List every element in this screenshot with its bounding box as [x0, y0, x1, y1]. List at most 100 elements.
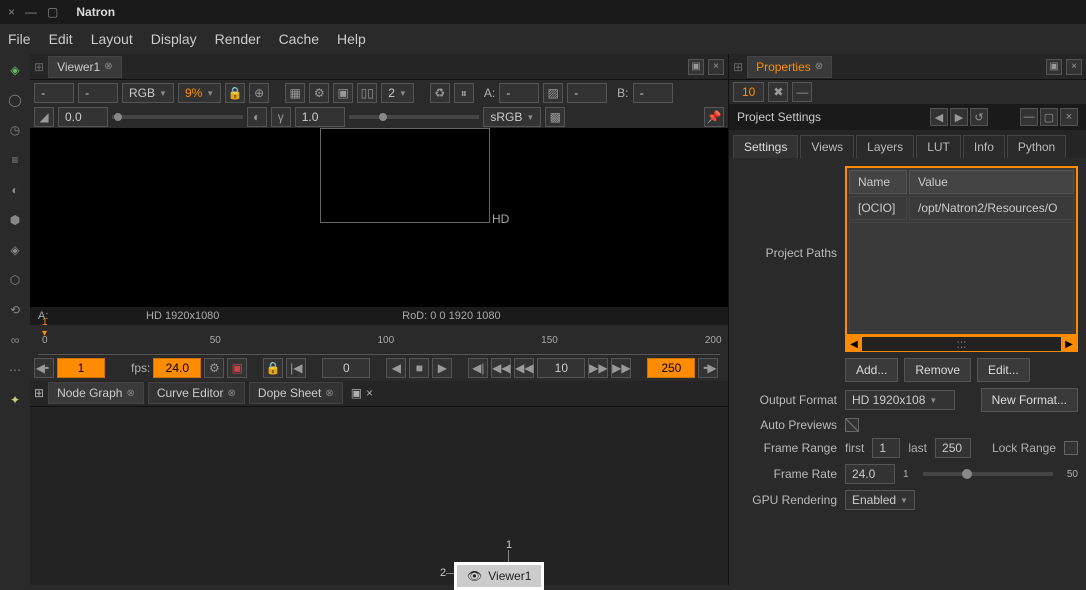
ptab-settings[interactable]: Settings	[733, 135, 798, 158]
close-pane-icon[interactable]: ×	[1066, 59, 1082, 75]
prev-keyframe-icon[interactable]: ◀|	[468, 358, 488, 378]
layer-select[interactable]: -	[34, 83, 74, 103]
float-pane-icon[interactable]: ▣	[351, 386, 362, 400]
refresh-icon[interactable]: ♻	[430, 83, 450, 103]
play-forward-icon[interactable]: ▶	[432, 358, 452, 378]
edit-button[interactable]: Edit...	[977, 358, 1030, 382]
close-icon[interactable]: ⊗	[126, 388, 134, 399]
proxy-level-select[interactable]: 2▼	[381, 83, 414, 103]
table-scrollbar[interactable]: ◀ ::: ▶	[845, 336, 1078, 352]
viewer-layout-icon[interactable]: ▯▯	[357, 83, 377, 103]
close-pane-icon[interactable]: ×	[366, 386, 373, 400]
menu-layout[interactable]: Layout	[91, 31, 133, 47]
tool-channel-icon[interactable]: ≡	[3, 148, 27, 172]
tool-time-icon[interactable]: ◷	[3, 118, 27, 142]
tab-dope-sheet[interactable]: Dope Sheet⊗	[249, 382, 343, 404]
gamma-slider[interactable]	[349, 115, 480, 119]
input-b-select[interactable]: -	[633, 83, 673, 103]
fps-sync-icon[interactable]: ⚙	[204, 358, 224, 378]
play-backward-icon[interactable]: ◀	[386, 358, 406, 378]
node-graph-canvas[interactable]: 1 2 👁 Viewer1	[30, 407, 728, 586]
tool-views-icon[interactable]: ∞	[3, 328, 27, 352]
next-frame-icon[interactable]: ▶▶	[611, 358, 631, 378]
clear-panels-icon[interactable]: ✖	[768, 82, 788, 102]
settings-icon[interactable]: ⚙	[309, 83, 329, 103]
pin-icon[interactable]: 📌	[704, 107, 724, 127]
add-button[interactable]: Add...	[845, 358, 898, 382]
increment-field[interactable]: 10	[537, 358, 585, 378]
render-stats-icon[interactable]: ▦	[285, 83, 305, 103]
fps-field[interactable]: 24.0	[153, 358, 201, 378]
tool-extra-icon[interactable]: ✦	[3, 388, 27, 412]
ptab-layers[interactable]: Layers	[856, 135, 914, 158]
menu-file[interactable]: File	[8, 31, 31, 47]
tab-properties[interactable]: Properties ⊗	[747, 56, 832, 78]
last-frame-field[interactable]: 250	[935, 438, 971, 458]
menu-render[interactable]: Render	[215, 31, 261, 47]
loop-mode-icon[interactable]: 🔒	[263, 358, 283, 378]
new-format-button[interactable]: New Format...	[981, 388, 1078, 412]
proxy-icon[interactable]: ⊕	[249, 83, 269, 103]
checkerboard-icon[interactable]: ▩	[545, 107, 565, 127]
remove-button[interactable]: Remove	[904, 358, 971, 382]
ptab-lut[interactable]: LUT	[916, 135, 961, 158]
table-row[interactable]: [OCIO] /opt/Natron2/Resources/O	[849, 196, 1074, 220]
fullframe-icon[interactable]: ▣	[333, 83, 353, 103]
undo-icon[interactable]: ◀	[930, 108, 948, 126]
gain-slider[interactable]	[112, 115, 243, 119]
blend-select[interactable]: -	[567, 83, 607, 103]
minimize-window-icon[interactable]: —	[25, 5, 37, 19]
wipe-icon[interactable]: ▨	[543, 83, 563, 103]
lock-range-checkbox[interactable]	[1064, 441, 1078, 455]
set-out-icon[interactable]: ╺▶	[698, 358, 718, 378]
tab-viewer1[interactable]: Viewer1 ⊗	[48, 56, 122, 78]
float-pane-icon[interactable]: ▣	[1046, 59, 1062, 75]
auto-contrast-icon[interactable]: ◐	[247, 107, 267, 127]
colorspace-select[interactable]: sRGB▼	[483, 107, 541, 127]
menu-display[interactable]: Display	[151, 31, 197, 47]
first-frame-icon[interactable]: |◀	[286, 358, 306, 378]
menu-help[interactable]: Help	[337, 31, 366, 47]
maximize-window-icon[interactable]: ▢	[47, 5, 58, 19]
tool-keyer-icon[interactable]: ◈	[3, 238, 27, 262]
tool-filter-icon[interactable]: ⬢	[3, 208, 27, 232]
stop-icon[interactable]: ■	[409, 358, 429, 378]
close-window-icon[interactable]: ×	[8, 5, 15, 19]
tab-node-graph[interactable]: Node Graph⊗	[48, 382, 144, 404]
pause-icon[interactable]: ⏸	[454, 83, 474, 103]
timeline[interactable]: 1▾ 0 50 100 150 200	[30, 325, 728, 355]
input-a-select[interactable]: -	[499, 83, 539, 103]
gamma-field[interactable]: 1.0	[295, 107, 345, 127]
restore-defaults-icon[interactable]: ↺	[970, 108, 988, 126]
redo-icon[interactable]: ▶	[950, 108, 968, 126]
close-icon[interactable]: ⊗	[325, 388, 333, 399]
ptab-views[interactable]: Views	[800, 135, 854, 158]
clip-to-format-icon[interactable]: 🔒	[225, 83, 245, 103]
frame-rate-slider[interactable]	[923, 472, 1053, 476]
ptab-info[interactable]: Info	[963, 135, 1005, 158]
help-icon[interactable]: —	[1020, 108, 1038, 126]
output-format-select[interactable]: HD 1920x108▼	[845, 390, 955, 410]
float-pane-icon[interactable]: ▣	[688, 59, 704, 75]
minimize-panels-icon[interactable]: —	[792, 82, 812, 102]
float-panel-icon[interactable]: ▢	[1040, 108, 1058, 126]
current-frame-field[interactable]: 0	[322, 358, 370, 378]
gpu-rendering-select[interactable]: Enabled▼	[845, 490, 915, 510]
auto-previews-checkbox[interactable]	[845, 418, 859, 432]
zoom-select[interactable]: 9%▼	[178, 83, 221, 103]
set-in-icon[interactable]: ◀╸	[34, 358, 54, 378]
pane-grip-icon[interactable]: ⊞	[34, 386, 44, 400]
tool-color-icon[interactable]: ◐	[3, 178, 27, 202]
out-frame-field[interactable]: 250	[647, 358, 695, 378]
alpha-channel-select[interactable]: -	[78, 83, 118, 103]
tool-merge-icon[interactable]: ⬡	[3, 268, 27, 292]
tool-image-icon[interactable]: ◈	[3, 58, 27, 82]
pane-grip-icon[interactable]: ⊞	[733, 60, 743, 74]
tool-other-icon[interactable]: ⋯	[3, 358, 27, 382]
first-frame-field[interactable]: 1	[872, 438, 900, 458]
close-icon[interactable]: ⊗	[228, 388, 236, 399]
next-increment-icon[interactable]: ▶▶	[588, 358, 608, 378]
turbo-icon[interactable]: ▣	[227, 358, 247, 378]
scroll-right-icon[interactable]: ▶	[1061, 337, 1077, 351]
gain-field[interactable]: 0.0	[58, 107, 108, 127]
